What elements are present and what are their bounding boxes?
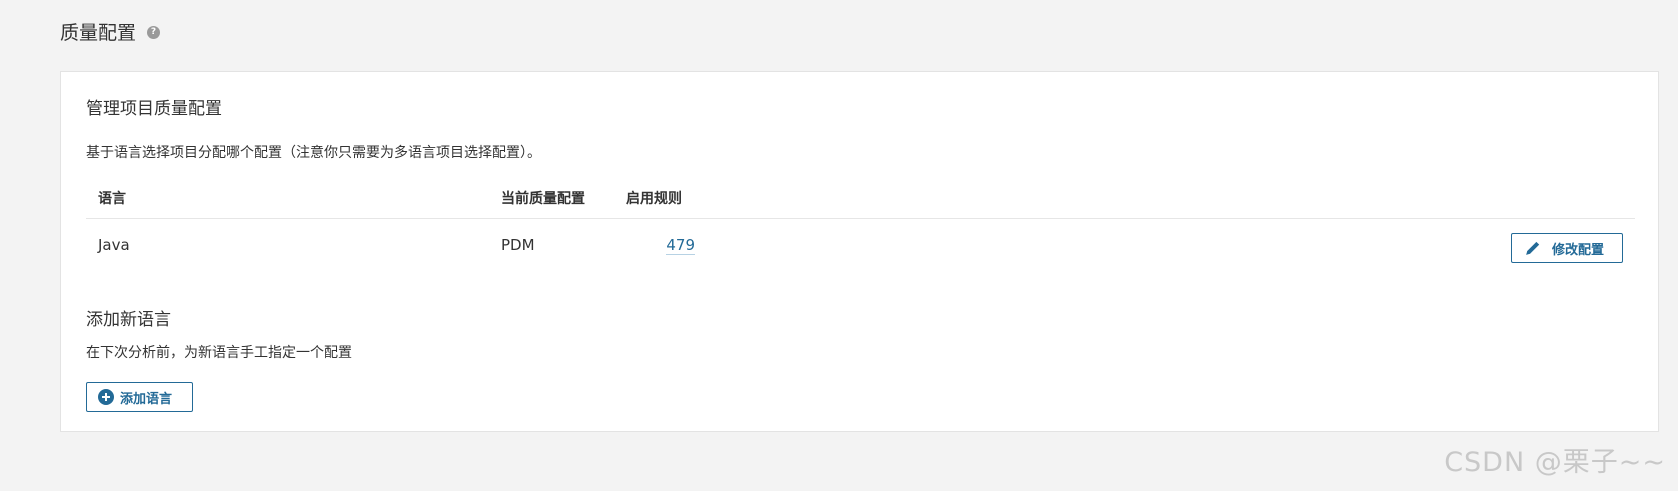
add-language-title: 添加新语言	[86, 310, 171, 330]
add-language-description: 在下次分析前，为新语言手工指定一个配置	[86, 345, 352, 361]
quality-profiles-panel: 管理项目质量配置 基于语言选择项目分配哪个配置（注意你只需要为多语言项目选择配置…	[60, 71, 1659, 432]
change-profile-label: 修改配置	[1552, 242, 1605, 258]
row-language: Java	[98, 236, 130, 254]
page-header: 质量配置 ?	[60, 18, 161, 44]
row-profile: PDM	[501, 236, 535, 254]
column-header-active-rules: 启用规则	[626, 191, 682, 207]
table-header: 语言 当前质量配置 启用规则	[86, 180, 1635, 219]
panel-title: 管理项目质量配置	[86, 99, 222, 119]
plus-circle-icon	[98, 389, 114, 405]
add-language-label: 添加语言	[120, 391, 173, 407]
active-rules-link[interactable]: 479	[666, 236, 695, 255]
pencil-icon	[1526, 241, 1540, 255]
page-title: 质量配置	[60, 21, 137, 44]
table-row: Java PDM 479 修改配置	[86, 219, 1635, 275]
column-header-profile: 当前质量配置	[501, 191, 585, 207]
add-language-button[interactable]: 添加语言	[86, 382, 193, 412]
column-header-language: 语言	[98, 191, 126, 207]
change-profile-button[interactable]: 修改配置	[1511, 233, 1623, 263]
question-circle-icon[interactable]: ?	[147, 25, 161, 39]
watermark: CSDN @栗子~~	[1444, 447, 1666, 478]
panel-description: 基于语言选择项目分配哪个配置（注意你只需要为多语言项目选择配置）。	[86, 145, 541, 161]
row-active-rules-cell: 479	[626, 236, 695, 255]
